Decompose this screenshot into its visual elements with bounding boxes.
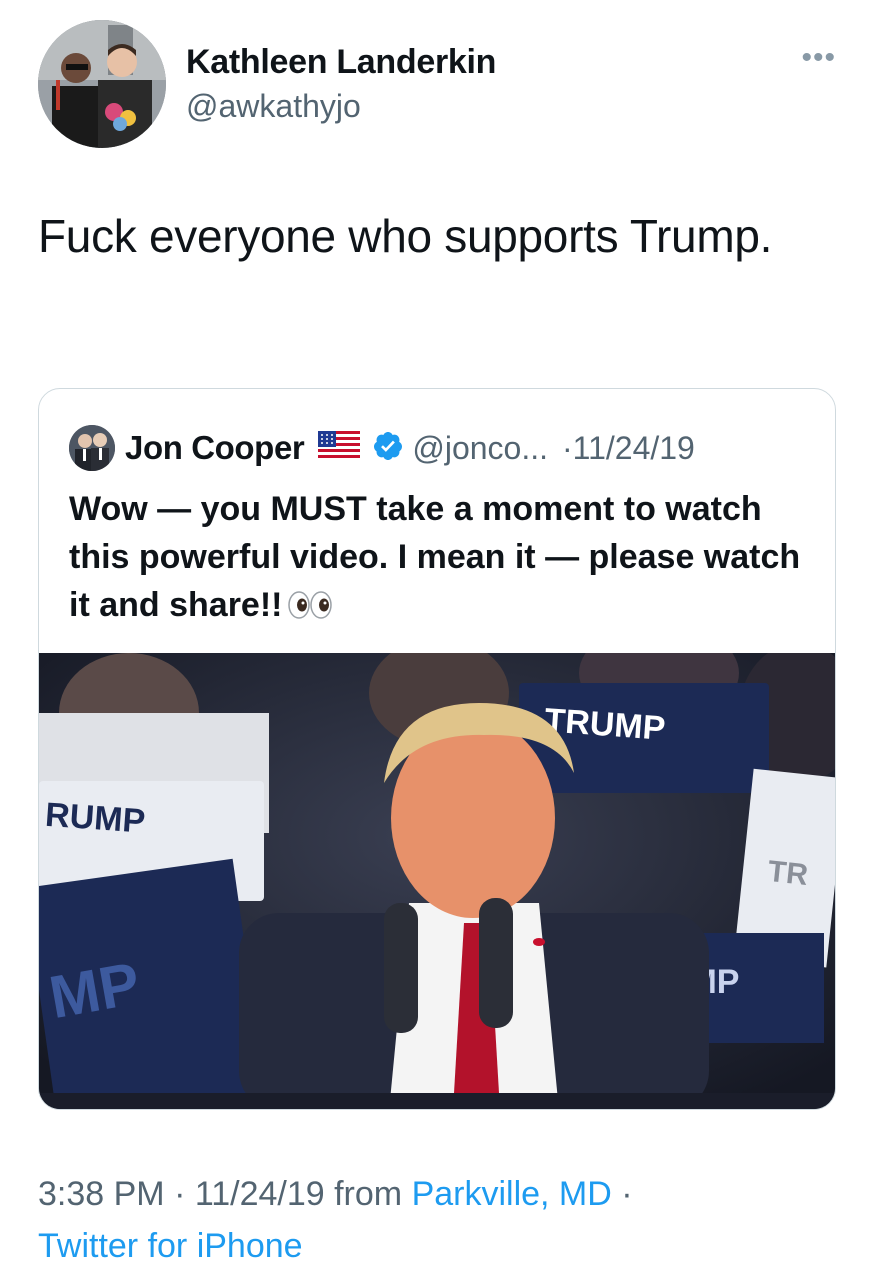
tweet-text: Fuck everyone who supports Trump. [38,210,773,262]
verified-badge-icon [372,430,404,467]
quoted-tweet-text: Wow — you MUST take a moment to watch th… [69,485,809,633]
quoted-tweet-header: Jon Cooper @jonco... ·11/24/19 [69,425,695,471]
quoted-author-handle[interactable]: @jonco... [412,430,548,467]
quoted-tweet[interactable]: Jon Cooper @jonco... ·11/24/19 Wow — you… [38,388,836,1110]
tweet-header: Kathleen Landerkin @awkathyjo ••• [38,20,838,150]
author-display-name[interactable]: Kathleen Landerkin [186,42,496,82]
tweet-location-link[interactable]: Parkville, MD [412,1175,612,1213]
meta-separator: · [611,1175,633,1213]
sign-rump-left: RUMP [44,796,147,841]
tweet-source-link[interactable]: Twitter for iPhone [38,1227,303,1265]
quoted-tweet-date[interactable]: ·11/24/19 [562,430,695,467]
us-flag-icon [318,430,361,466]
quoted-author-display-name[interactable]: Jon Cooper [125,429,305,467]
tweet-meta: 3:38 PM · 11/24/19 from Parkville, MD · … [38,1168,838,1272]
quoted-tweet-text-content: Wow — you MUST take a moment to watch th… [69,490,801,624]
more-icon[interactable]: ••• [801,43,836,73]
quoted-tweet-video[interactable]: TRUMP RUMP MP TR IMP [39,653,835,1109]
author-avatar[interactable] [38,20,166,148]
author-handle[interactable]: @awkathyjo [186,86,496,126]
eyes-emoji-icon [288,585,333,633]
quoted-author-avatar[interactable] [69,425,115,471]
sign-tr-right: TR [766,855,810,892]
tweet-timestamp[interactable]: 3:38 PM · 11/24/19 from [38,1175,412,1213]
